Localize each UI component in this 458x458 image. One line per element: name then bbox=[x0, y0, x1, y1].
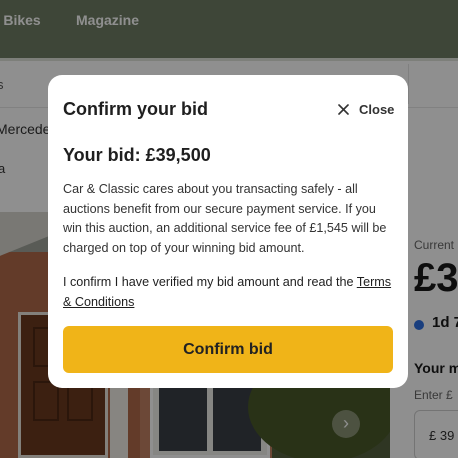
dialog-title: Confirm your bid bbox=[63, 99, 208, 119]
bid-amount-heading: Your bid: £39,500 bbox=[63, 145, 211, 165]
confirm-statement: I confirm I have verified my bid amount … bbox=[63, 273, 398, 312]
confirm-statement-text: I confirm I have verified my bid amount … bbox=[63, 275, 357, 289]
confirm-bid-dialog: Confirm your bid Close Your bid: £39,500… bbox=[48, 75, 408, 388]
close-label: Close bbox=[359, 101, 395, 117]
service-fee-info: Car & Classic cares about you transactin… bbox=[63, 182, 387, 255]
close-button[interactable]: Close bbox=[338, 100, 394, 118]
confirm-bid-button[interactable]: Confirm bid bbox=[63, 326, 393, 373]
close-icon bbox=[338, 103, 349, 115]
